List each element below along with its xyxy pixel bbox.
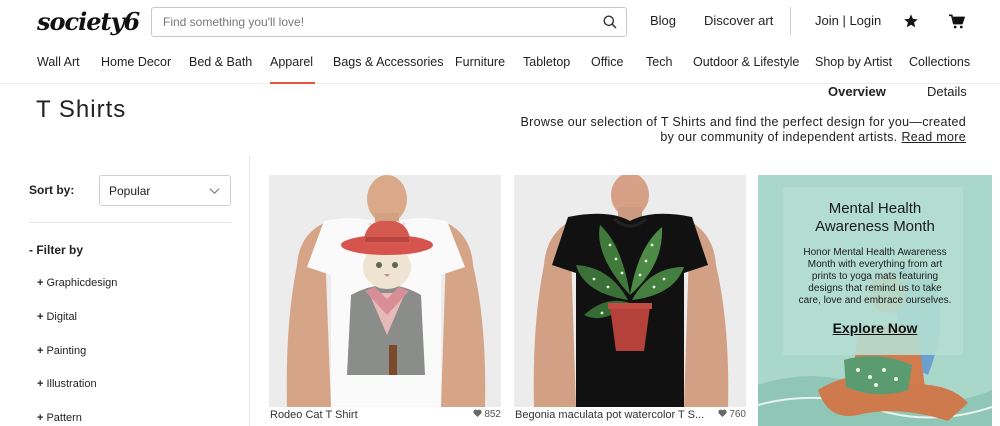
nav-item-apparel[interactable]: Apparel: [270, 55, 316, 84]
nav-item-shop-by-artist[interactable]: Shop by Artist: [815, 55, 892, 69]
filter-label: Graphicdesign: [46, 277, 118, 289]
promo-title-line-1: Mental Health: [828, 200, 922, 217]
page-description: Browse our selection of T Shirts and fin…: [506, 115, 966, 145]
nav-item-furniture[interactable]: Furniture: [455, 55, 505, 69]
discover-art-link[interactable]: Discover art: [704, 13, 773, 28]
login-link[interactable]: Join | Login: [815, 13, 881, 28]
filter-item-graphicdesign[interactable]: + Graphicdesign: [37, 277, 117, 289]
plus-icon: +: [37, 345, 44, 357]
filter-item-illustration[interactable]: + Illustration: [37, 378, 97, 390]
nav-item-collections[interactable]: Collections: [909, 55, 970, 69]
read-more-link[interactable]: Read more: [901, 130, 966, 144]
filter-label: Pattern: [46, 412, 82, 424]
product-likes[interactable]: 852: [472, 409, 501, 420]
category-nav: Wall Art Home Decor Bed & Bath Apparel B…: [0, 44, 1000, 84]
nav-item-wall-art[interactable]: Wall Art: [37, 55, 80, 69]
description-line-2: by our community of independent artists.: [660, 130, 898, 144]
heart-icon: [472, 409, 482, 417]
sort-label: Sort by:: [29, 183, 75, 197]
plus-icon: +: [37, 412, 44, 424]
promo-banner[interactable]: Mental Health Awareness Month Honor Ment…: [758, 175, 992, 426]
plus-icon: +: [37, 378, 44, 390]
page-title: T Shirts: [36, 96, 127, 123]
tab-overview-label: Overview: [828, 84, 886, 99]
search-input[interactable]: [152, 8, 594, 36]
filter-label: Illustration: [46, 378, 97, 390]
plus-icon: +: [37, 277, 44, 289]
filter-label: Digital: [46, 311, 78, 323]
product-image[interactable]: [269, 175, 501, 407]
filter-item-painting[interactable]: + Painting: [37, 345, 86, 357]
description-line-1: Browse our selection of T Shirts and fin…: [520, 115, 966, 129]
product-card[interactable]: Begonia maculata pot watercolor T S... 7…: [514, 175, 746, 421]
blog-link[interactable]: Blog: [650, 13, 676, 28]
star-icon[interactable]: [901, 12, 921, 30]
filter-label: Painting: [46, 345, 87, 357]
likes-count: 760: [729, 409, 746, 420]
site-logo[interactable]: society6: [37, 7, 140, 36]
sort-dropdown[interactable]: Popular: [99, 175, 231, 206]
chevron-down-icon: [209, 185, 220, 199]
tab-overview[interactable]: Overview: [824, 84, 890, 100]
product-card[interactable]: Rodeo Cat T Shirt 852: [269, 175, 501, 421]
explore-now-link[interactable]: Explore Now: [758, 320, 992, 336]
filter-heading[interactable]: - Filter by: [29, 243, 83, 257]
nav-item-home-decor[interactable]: Home Decor: [101, 55, 171, 69]
promo-description: Honor Mental Health Awareness Month with…: [798, 247, 952, 306]
nav-item-office[interactable]: Office: [591, 55, 623, 69]
nav-item-outdoor-lifestyle[interactable]: Outdoor & Lifestyle: [693, 55, 799, 69]
product-title[interactable]: Begonia maculata pot watercolor T S...: [515, 409, 704, 421]
likes-count: 852: [484, 409, 501, 420]
nav-item-tech[interactable]: Tech: [646, 55, 672, 69]
product-image[interactable]: [514, 175, 746, 407]
nav-item-bed-bath[interactable]: Bed & Bath: [189, 55, 252, 69]
plus-icon: +: [37, 311, 44, 323]
site-header: society6 Blog Discover art Join | Login: [0, 0, 1000, 44]
product-likes[interactable]: 760: [717, 409, 746, 420]
filter-item-pattern[interactable]: + Pattern: [37, 412, 82, 424]
nav-item-bags-accessories[interactable]: Bags & Accessories: [333, 55, 443, 69]
sidebar-separator: [29, 222, 231, 223]
sidebar-divider: [249, 156, 250, 426]
promo-title-line-2: Awareness Month: [815, 218, 935, 235]
promo-title: Mental Health Awareness Month: [758, 200, 992, 236]
search-icon[interactable]: [594, 8, 626, 36]
header-divider: [790, 7, 791, 35]
nav-item-tabletop[interactable]: Tabletop: [523, 55, 570, 69]
filter-item-digital[interactable]: + Digital: [37, 311, 77, 323]
tab-details[interactable]: Details: [927, 84, 967, 99]
search-bar[interactable]: [151, 7, 627, 37]
sort-value: Popular: [109, 183, 151, 198]
cart-icon[interactable]: [946, 12, 966, 30]
heart-icon: [717, 409, 727, 417]
product-title[interactable]: Rodeo Cat T Shirt: [270, 409, 358, 421]
